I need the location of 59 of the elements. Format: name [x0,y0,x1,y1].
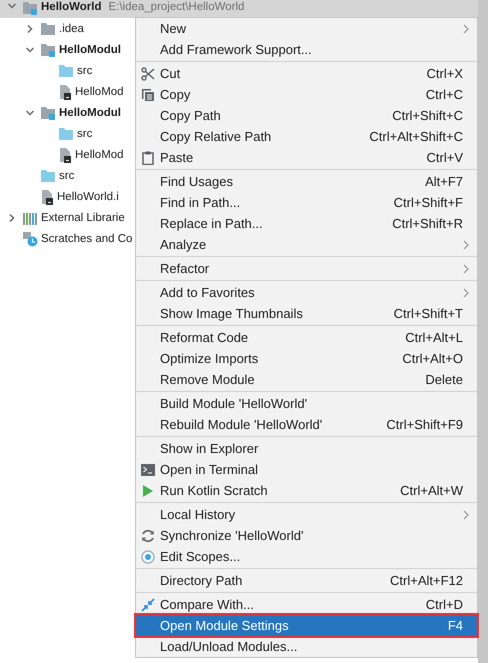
menu-item-label: Reformat Code [160,330,250,345]
tree-item-label: HelloModul [59,44,121,56]
shortcut-label: Ctrl+D [426,597,463,612]
menu-item-label: Add Framework Support... [160,42,313,57]
tree-item-label: HelloMod [75,148,124,160]
menu-item-label: Add to Favorites [160,285,256,300]
tree-item-label: HelloModul [59,106,121,118]
menu-item-label: Refactor [160,261,210,276]
menu-item-label: Edit Scopes... [160,549,242,564]
menu-item-label: Rebuild Module 'HelloWorld' [160,417,324,432]
shortcut-label: Ctrl+Shift+R [392,216,463,231]
menu-item-label: Load/Unload Modules... [160,639,298,654]
tree-item-label: HelloWorld.i [57,190,119,202]
tree-item-label: HelloWorld [41,1,102,13]
menu-item-label: Paste [160,150,194,165]
menu-item-label: Copy Relative Path [160,129,272,144]
menu-item-label: Optimize Imports [160,351,260,366]
menu-item-label: Build Module 'HelloWorld' [160,396,308,411]
menu-item-label: Remove Module [160,372,256,387]
shortcut-label: Ctrl+Shift+F [394,195,463,210]
menu-item-label: Run Kotlin Scratch [160,483,269,498]
shortcut-label: Ctrl+Alt+Shift+C [369,129,463,144]
tree-item-label: .idea [59,22,84,34]
menu-item-label: Show in Explorer [160,441,260,456]
tree-item-label: src [59,170,74,182]
tree-item-label: src [77,64,92,76]
shortcut-label: Ctrl+Shift+F9 [386,417,463,432]
shortcut-label: F4 [448,618,463,633]
menu-item-label: New [160,21,188,36]
menu-item-label: Open Module Settings [160,618,290,633]
menu-item-label: Find Usages [160,174,234,189]
shortcut-label: Ctrl+Shift+C [392,108,463,123]
tree-item-label: External Librarie [41,212,125,224]
menu-item-label: Synchronize 'HelloWorld' [160,528,304,543]
menu-item-label: Show Image Thumbnails [160,306,304,321]
menu-item-label: Compare With... [160,597,255,612]
project-path: E:\idea_project\HelloWorld [108,1,244,13]
menu-item-label: Copy [160,87,192,102]
shortcut-label: Ctrl+Alt+O [402,351,463,366]
shortcut-label: Ctrl+Alt+F12 [390,573,463,588]
shortcut-label: Ctrl+X [426,66,463,81]
menu-item-label: Analyze [160,237,208,252]
menu-item-label: Replace in Path... [160,216,264,231]
shortcut-label: Alt+F7 [425,174,463,189]
shortcut-label: Delete [425,372,463,387]
tree-item-label: HelloMod [75,86,124,98]
shortcut-label: Ctrl+Shift+T [394,306,463,321]
menu-item-label: Cut [160,66,182,81]
tree-item-label: src [77,128,92,140]
menu-item-label: Directory Path [160,573,244,588]
tree-item-label: Scratches and Co [41,232,132,244]
menu-item-label: Copy Path [160,108,222,123]
menu-item-label: Open in Terminal [160,462,260,477]
shortcut-label: Ctrl+V [426,150,463,165]
menu-item-label: Find in Path... [160,195,242,210]
shortcut-label: Ctrl+Alt+W [400,483,463,498]
shortcut-label: Ctrl+C [426,87,463,102]
menu-item-label: Local History [160,507,236,522]
shortcut-label: Ctrl+Alt+L [405,330,463,345]
